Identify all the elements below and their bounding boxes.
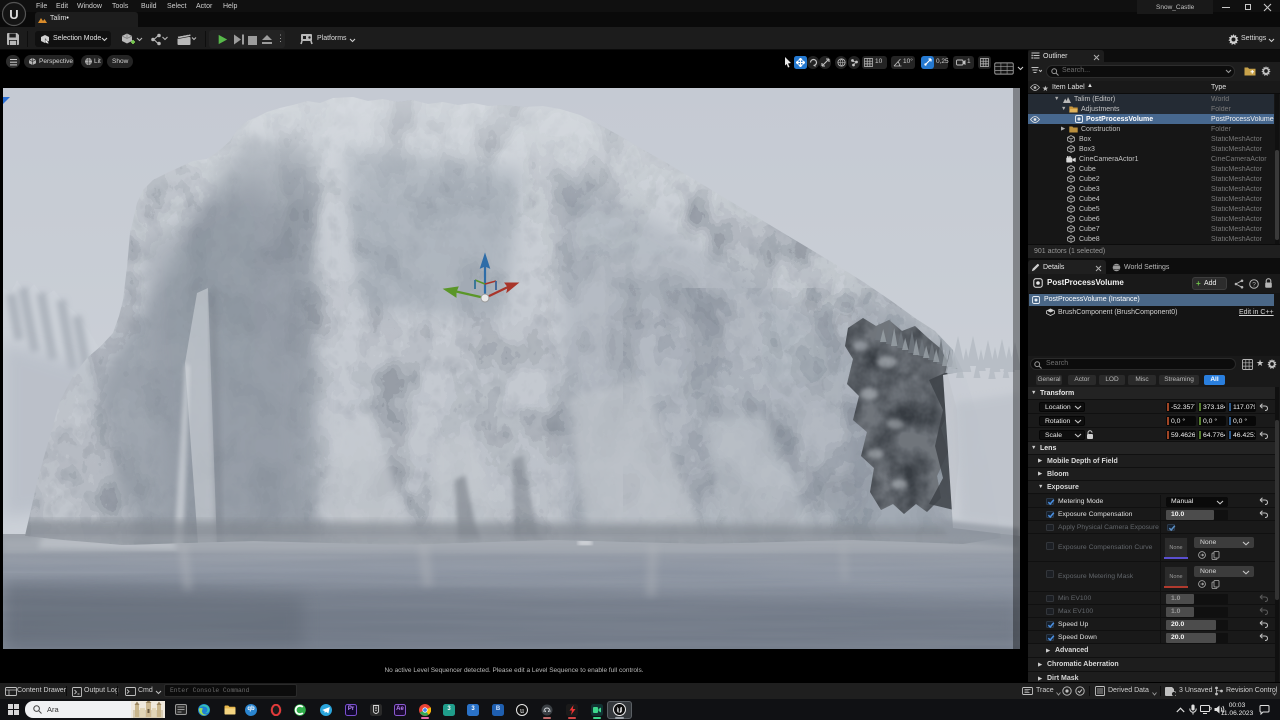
svg-text:?: ?	[1252, 281, 1256, 288]
svg-text:u: u	[520, 705, 524, 714]
svg-text:U: U	[9, 7, 18, 22]
